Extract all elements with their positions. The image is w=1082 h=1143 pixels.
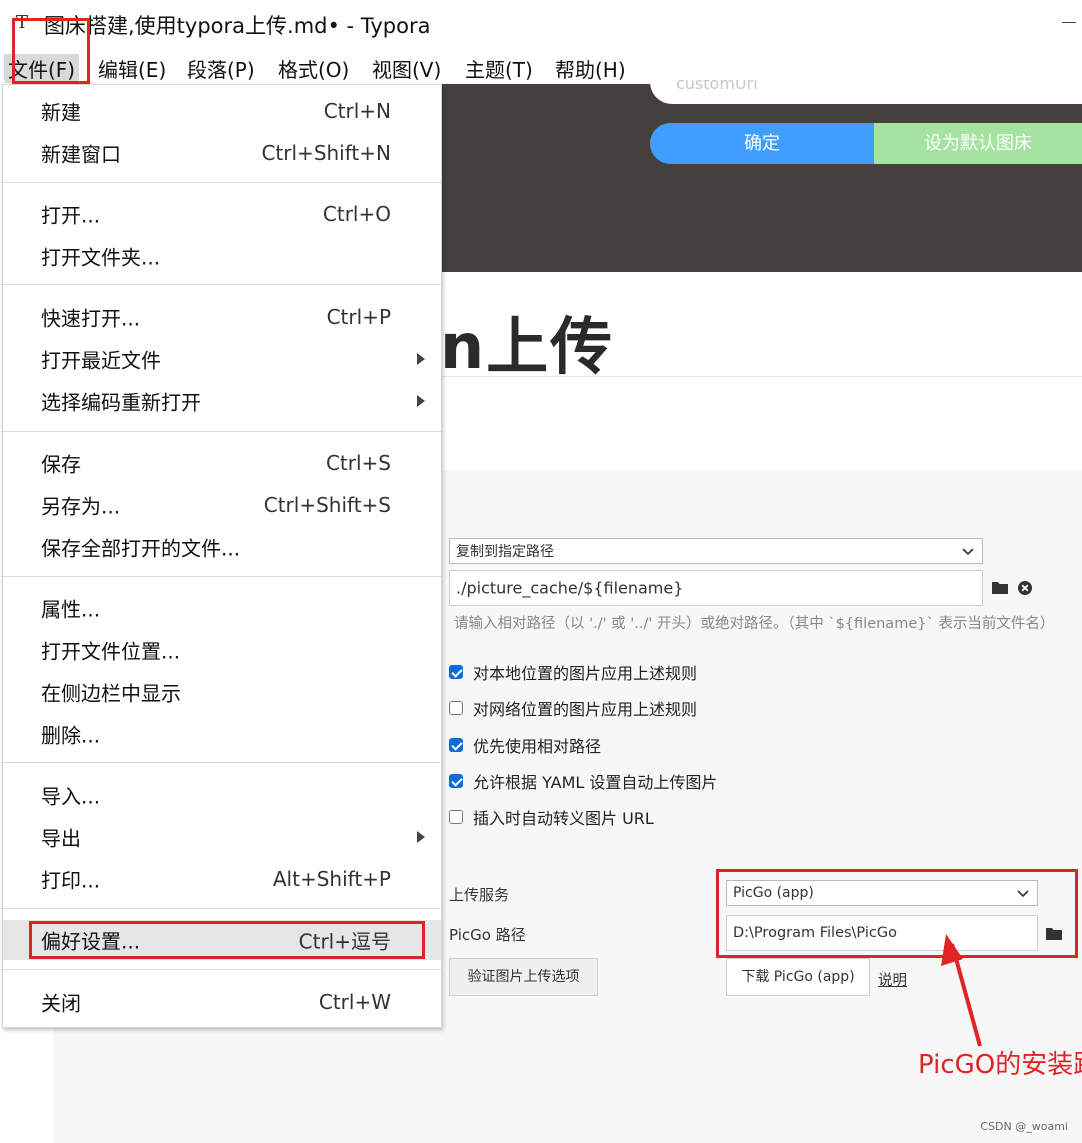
menu-close[interactable]: 关闭 Ctrl+W [3,982,441,1022]
menu-properties[interactable]: 属性... [3,588,441,628]
menu-label: 导出 [41,826,81,851]
menu-open-recent[interactable]: 打开最近文件 [3,339,441,379]
menu-print[interactable]: 打印... Alt+Shift+P [3,859,441,899]
watermark: CSDN @_woami [980,1120,1068,1133]
menu-label: 另存为... [41,494,121,519]
menu-label: 打开文件位置... [41,639,181,664]
menu-separator [3,576,441,577]
menu-label: 快速打开... [41,306,141,331]
menu-label: 打印... [41,868,101,893]
menu-save-as[interactable]: 另存为... Ctrl+Shift+S [3,485,441,525]
menu-separator [3,969,441,970]
menu-new[interactable]: 新建 Ctrl+N [3,91,441,131]
menu-open[interactable]: 打开... Ctrl+O [3,194,441,234]
menu-label: 新建窗口 [41,142,121,167]
menu-shortcut: Ctrl+Shift+N [261,141,391,165]
menu-label: 新建 [41,100,81,125]
menu-label: 保存全部打开的文件... [41,536,241,561]
menu-label: 打开... [41,203,101,228]
menu-label: 打开文件夹... [41,245,161,270]
menu-import[interactable]: 导入... [3,775,441,815]
menu-label: 关闭 [41,991,81,1016]
menu-shortcut: Ctrl+S [325,451,391,475]
menu-shortcut: Ctrl+N [323,99,391,123]
menu-label: 打开最近文件 [41,348,161,373]
menu-separator [3,284,441,285]
menu-shortcut: Ctrl+P [326,305,391,329]
menu-label: 在侧边栏中显示 [41,681,181,706]
menu-open-location[interactable]: 打开文件位置... [3,630,441,670]
menu-label: 导入... [41,784,101,809]
submenu-arrow-icon [417,831,425,843]
menu-separator [3,182,441,183]
menu-shortcut: Ctrl+Shift+S [263,493,391,517]
menu-separator [3,762,441,763]
file-dropdown-menu: 新建 Ctrl+N 新建窗口 Ctrl+Shift+N 打开... Ctrl+O… [2,84,442,1028]
annotation-box-preferences [29,921,425,959]
menu-delete[interactable]: 删除... [3,714,441,754]
menu-separator [3,431,441,432]
submenu-arrow-icon [417,395,425,407]
menu-reveal-sidebar[interactable]: 在侧边栏中显示 [3,672,441,712]
menu-shortcut: Ctrl+O [322,202,391,226]
menu-save-all[interactable]: 保存全部打开的文件... [3,527,441,567]
menu-shortcut: Alt+Shift+P [272,867,391,891]
menu-shortcut: Ctrl+W [318,990,391,1014]
menu-new-window[interactable]: 新建窗口 Ctrl+Shift+N [3,133,441,173]
menu-quick-open[interactable]: 快速打开... Ctrl+P [3,297,441,337]
menu-save[interactable]: 保存 Ctrl+S [3,443,441,483]
submenu-arrow-icon [417,353,425,365]
menu-reopen-encoding[interactable]: 选择编码重新打开 [3,381,441,421]
menu-label: 保存 [41,452,81,477]
menu-label: 选择编码重新打开 [41,390,201,415]
menu-label: 删除... [41,723,101,748]
annotation-text: PicGO的安装路 [918,1050,1082,1080]
menu-label: 属性... [41,597,101,622]
menu-open-folder[interactable]: 打开文件夹... [3,236,441,276]
menu-export[interactable]: 导出 [3,817,441,857]
menu-separator [3,908,441,909]
